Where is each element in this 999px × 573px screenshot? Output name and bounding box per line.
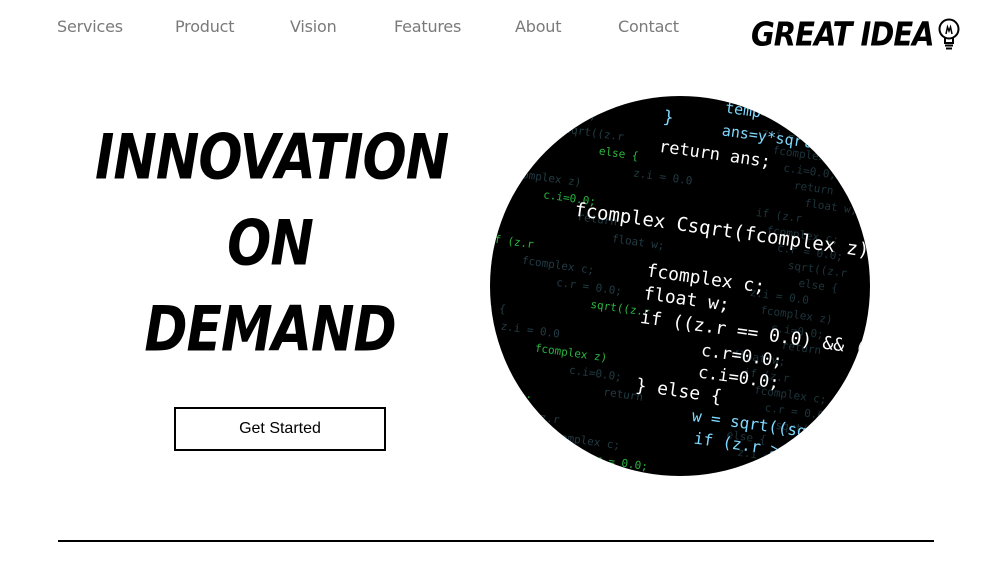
site-logo[interactable]: GREAT IDEA [751, 14, 961, 54]
code-texture-line: sqrt((z.r [564, 122, 625, 143]
code-texture-line: if (z.r [490, 232, 535, 251]
nav-vision-link[interactable]: Vision [290, 17, 337, 36]
code-texture-line: float w; [490, 385, 533, 405]
logo-text: GREAT IDEA [751, 14, 935, 54]
code-texture-line: fcomplex z) [747, 463, 821, 476]
code-texture-line: c.i=0.0; [568, 363, 622, 383]
code-line: } [662, 107, 675, 128]
code-texture-line: c.r = 0.0; [581, 451, 648, 473]
code-texture-line: else { [798, 277, 839, 295]
nav-services-link[interactable]: Services [57, 17, 123, 36]
code-texture-line: if (z.r [755, 206, 803, 225]
code-image-svg: fcomplex c; z.i = 0.0 c.r = 0.0; fcomplex z… [490, 96, 870, 476]
nav-product-link[interactable]: Product [175, 17, 235, 36]
code-texture-line: c.i=0.0; [783, 161, 837, 181]
code-texture-line: fcomplex c; [547, 429, 621, 452]
code-texture-line: fcomplex c; [495, 96, 569, 102]
code-texture-line: fcomplex c; [521, 254, 595, 277]
nav-about-link[interactable]: About [515, 17, 562, 36]
code-texture-line: float w; [804, 197, 858, 217]
bottom-divider [58, 540, 934, 542]
code-image: fcomplex c; z.i = 0.0 c.r = 0.0; fcomplex z… [490, 96, 870, 476]
code-texture-line: c.r = 0.0; [555, 276, 622, 298]
code-texture-line: return [793, 179, 834, 197]
headline-line-2: ON [227, 208, 314, 280]
code-texture-line: else { [490, 298, 507, 316]
nav-features-link[interactable]: Features [394, 17, 461, 36]
lightbulb-icon [938, 18, 960, 50]
code-texture-line: float w; [611, 232, 665, 252]
headline-line-1: INNOVATION [95, 122, 449, 194]
code-texture-line: fcomplex z) [508, 166, 582, 189]
code-texture-line: c.r = 0.0; [530, 101, 597, 123]
code-texture-line: fcomplex z) [760, 303, 834, 326]
code-texture-line: else { [598, 144, 639, 162]
code-texture-line: if (z.r [513, 407, 561, 426]
code-texture-line: z.i = 0.0 [500, 319, 561, 340]
hero-headline: INNOVATION ON DEMAND [95, 120, 449, 366]
nav-contact-link[interactable]: Contact [618, 17, 679, 36]
code-texture-line: z.i = 0.0 [632, 166, 693, 187]
get-started-button[interactable]: Get Started [174, 407, 386, 451]
code-texture-line: fcomplex z) [534, 341, 608, 364]
headline-line-3: DEMAND [144, 294, 396, 366]
